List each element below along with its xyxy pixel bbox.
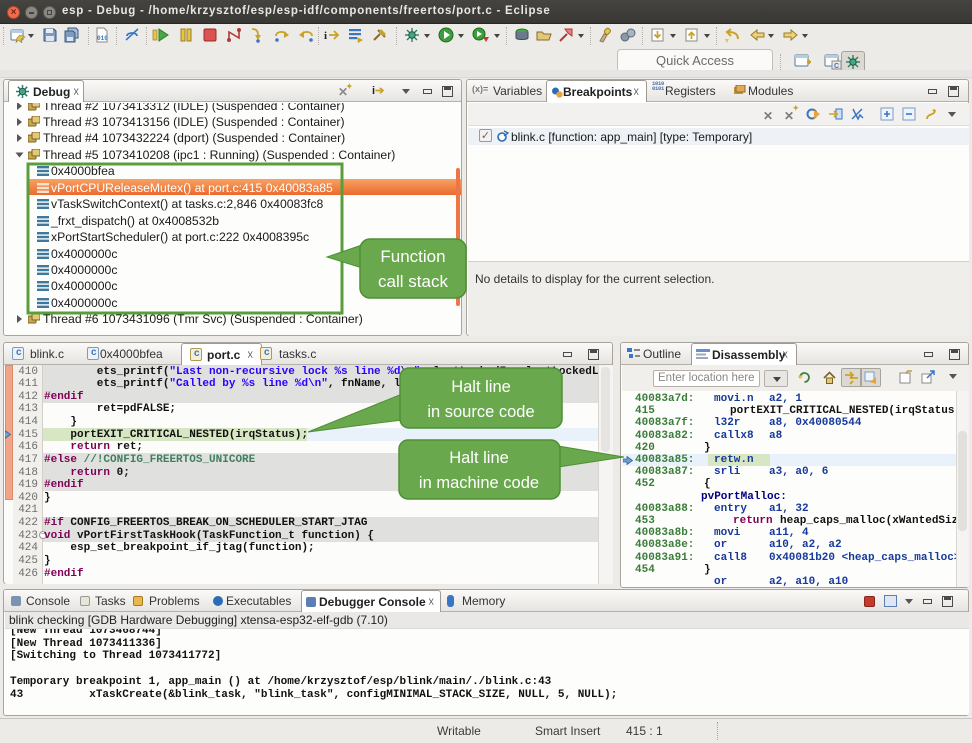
svg-text:C: C <box>834 63 839 70</box>
svg-text:i: i <box>324 30 327 42</box>
svg-text:010: 010 <box>97 35 108 42</box>
